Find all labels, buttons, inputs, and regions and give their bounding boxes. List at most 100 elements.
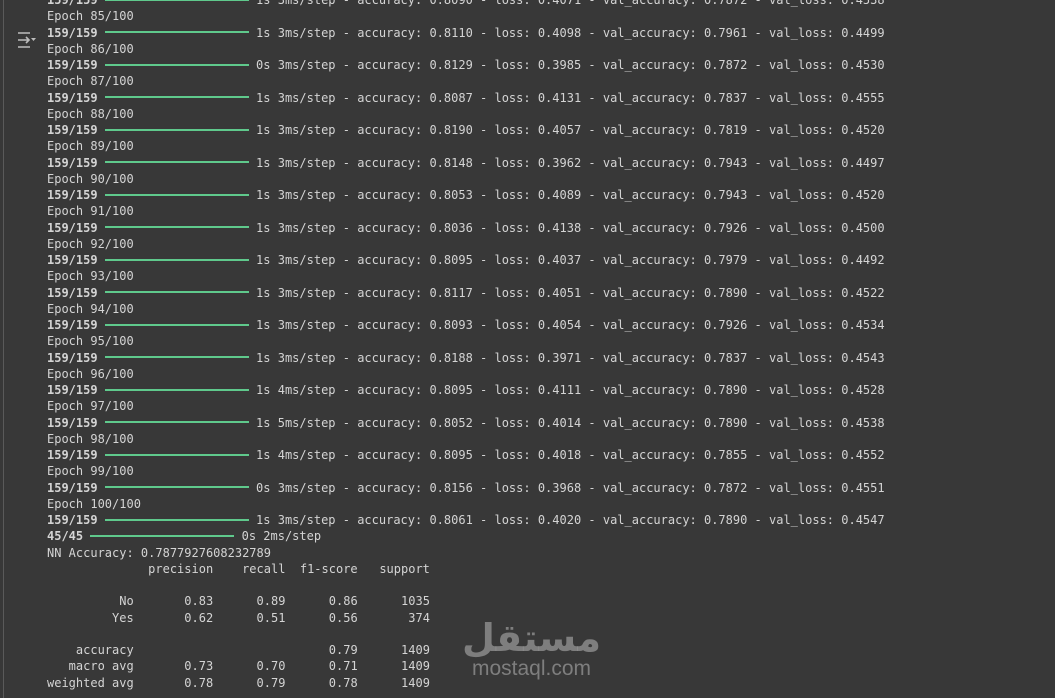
nn-accuracy: NN Accuracy: 0.7877927608232789 [47, 545, 271, 560]
metrics: - accuracy: 0.8190 - loss: 0.4057 - val_… [335, 123, 885, 137]
watermark-arabic: مستقل [462, 616, 601, 660]
step-count: 159/159 [47, 220, 98, 235]
step-time: 1s 3ms/step [256, 0, 336, 7]
metrics: - accuracy: 0.8188 - loss: 0.3971 - val_… [335, 350, 885, 365]
report-cell: 0.56 [285, 610, 358, 625]
report-header: precision recall f1-score support [47, 561, 430, 576]
report-label: Yes [47, 610, 141, 625]
progress-bar [104, 323, 249, 326]
progress-line: 159/159 1s 3ms/step - accuracy: 0.8053 -… [47, 187, 885, 203]
epoch-label: Epoch 88/100 [47, 106, 134, 121]
progress-line: 159/159 1s 3ms/step - accuracy: 0.8188 -… [47, 350, 885, 366]
progress-bar [104, 193, 249, 196]
metrics: - accuracy: 0.8095 - loss: 0.4018 - val_… [335, 448, 885, 462]
step-count: 159/159 [47, 383, 98, 397]
progress-line: 159/159 0s 3ms/step - accuracy: 0.8129 -… [47, 57, 885, 73]
progress-line: 159/159 0s 3ms/step - accuracy: 0.8156 -… [47, 480, 885, 496]
output-options-icon[interactable] [15, 31, 37, 49]
step-count: 159/159 [47, 415, 98, 430]
step-time: 1s 3ms/step [256, 90, 336, 105]
progress-bar [104, 291, 249, 293]
report-cell: 0.70 [213, 659, 286, 674]
report-cell: 1035 [357, 594, 430, 609]
epoch-label: Epoch 87/100 [47, 74, 134, 89]
progress-bar [104, 31, 249, 33]
report-blank [47, 577, 885, 593]
progress-bar [90, 534, 235, 537]
step-time: 0s 2ms/step [241, 529, 322, 544]
progress-line: 159/159 1s 3ms/step - accuracy: 0.8093 -… [47, 317, 885, 333]
progress-line: 159/159 1s 3ms/step - accuracy: 0.8036 -… [47, 220, 885, 236]
progress-bar [104, 421, 249, 423]
step-count: 159/159 [47, 318, 98, 332]
step-count: 159/159 [47, 253, 98, 267]
epoch-label: Epoch 96/100 [47, 366, 134, 381]
epoch-label: Epoch 94/100 [47, 301, 134, 316]
epoch-label: Epoch 90/100 [47, 171, 134, 186]
step-time: 1s 3ms/step [256, 25, 336, 40]
step-count: 159/159 [47, 123, 98, 137]
progress-line: 159/159 1s 3ms/step - accuracy: 0.8090 -… [47, 0, 885, 8]
epoch-label: Epoch 95/100 [47, 334, 134, 349]
progress-bar [104, 388, 249, 391]
metrics: - accuracy: 0.8036 - loss: 0.4138 - val_… [335, 220, 885, 235]
report-cell: 0.86 [285, 594, 358, 609]
step-time: 1s 3ms/step [256, 253, 336, 267]
metrics: - accuracy: 0.8087 - loss: 0.4131 - val_… [335, 90, 885, 105]
step-time: 1s 3ms/step [256, 513, 336, 527]
metrics: - accuracy: 0.8117 - loss: 0.4051 - val_… [335, 285, 885, 300]
report-cell: 0.62 [140, 610, 214, 625]
report-cell: 0.83 [140, 594, 214, 609]
progress-bar [104, 63, 249, 66]
progress-bar [104, 96, 249, 98]
step-count: 159/159 [47, 188, 98, 202]
step-count: 159/159 [47, 350, 98, 365]
progress-line: 159/159 1s 3ms/step - accuracy: 0.8110 -… [47, 25, 885, 41]
step-time: 1s 3ms/step [256, 350, 336, 365]
step-count: 159/159 [47, 513, 98, 527]
report-cell: 0.73 [140, 659, 214, 674]
step-time: 1s 3ms/step [256, 220, 336, 235]
report-cell: 1409 [357, 659, 430, 674]
report-cell: 0.78 [140, 675, 214, 690]
epoch-label: Epoch 97/100 [47, 399, 134, 414]
step-count: 159/159 [47, 448, 98, 462]
report-label: No [47, 594, 141, 609]
progress-line: 159/159 1s 5ms/step - accuracy: 0.8052 -… [47, 415, 885, 431]
progress-bar [104, 518, 249, 521]
progress-bar [104, 226, 249, 228]
progress-bar [104, 258, 249, 261]
report-cell [213, 643, 285, 657]
step-time: 1s 3ms/step [256, 155, 336, 170]
step-count: 159/159 [47, 155, 98, 170]
step-time: 1s 5ms/step [256, 415, 336, 430]
step-time: 0s 3ms/step [256, 480, 336, 495]
metrics: - accuracy: 0.8110 - loss: 0.4098 - val_… [335, 25, 885, 40]
epoch-label: Epoch 93/100 [47, 269, 134, 284]
report-cell: 0.78 [285, 675, 358, 690]
step-time: 1s 3ms/step [256, 285, 336, 300]
report-cell: 0.89 [213, 594, 286, 609]
progress-line: 159/159 1s 3ms/step - accuracy: 0.8117 -… [47, 285, 885, 301]
step-time: 1s 4ms/step [256, 448, 336, 462]
metrics: - accuracy: 0.8095 - loss: 0.4111 - val_… [335, 383, 885, 397]
progress-line: 159/159 1s 3ms/step - accuracy: 0.8095 -… [47, 252, 885, 268]
epoch-label: Epoch 91/100 [47, 204, 134, 219]
progress-bar [104, 453, 249, 456]
metrics: - accuracy: 0.8090 - loss: 0.4071 - val_… [335, 0, 885, 7]
metrics: - accuracy: 0.8052 - loss: 0.4014 - val_… [335, 415, 885, 430]
progress-line: 159/159 1s 3ms/step - accuracy: 0.8061 -… [47, 512, 885, 528]
report-cell: 0.79 [285, 643, 358, 657]
metrics: - accuracy: 0.8093 - loss: 0.4054 - val_… [335, 318, 885, 332]
report-row: No 0.83 0.89 0.86 1035 [47, 593, 885, 609]
step-time: 1s 3ms/step [256, 188, 336, 202]
metrics: - accuracy: 0.8053 - loss: 0.4089 - val_… [335, 188, 885, 202]
report-label: weighted avg [47, 675, 141, 690]
report-cell: 1409 [357, 643, 430, 657]
step-time: 1s 3ms/step [256, 318, 336, 332]
step-count: 159/159 [47, 58, 98, 72]
report-cell [141, 643, 213, 657]
progress-bar [104, 128, 249, 131]
step-count: 159/159 [47, 285, 98, 300]
metrics: - accuracy: 0.8156 - loss: 0.3968 - val_… [335, 480, 885, 495]
